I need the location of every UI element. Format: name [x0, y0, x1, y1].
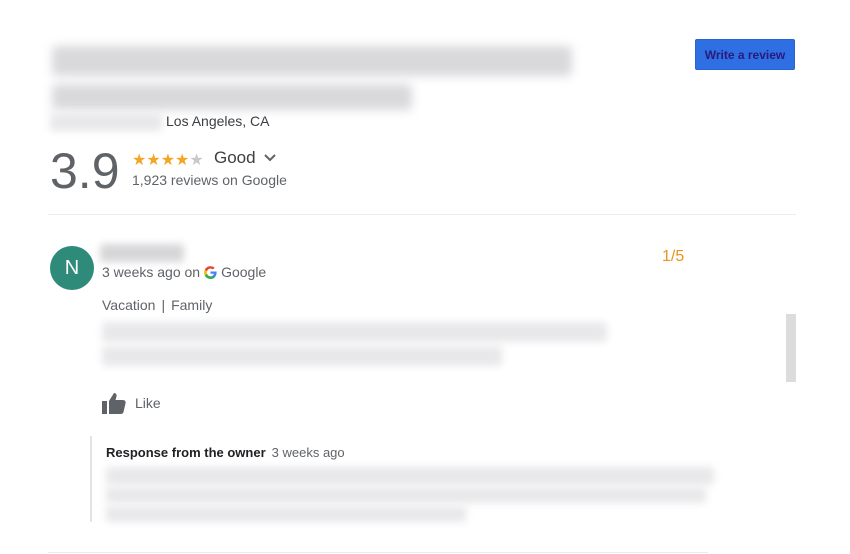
divider — [48, 214, 796, 215]
review-time: 3 weeks ago on — [102, 264, 201, 280]
star-icon: ★ — [146, 152, 161, 169]
review-count: 1,923 reviews on Google — [132, 172, 287, 188]
owner-response-time: 3 weeks ago — [271, 445, 345, 460]
rating-score: 3.9 — [50, 143, 120, 199]
tag-item: Family — [171, 297, 213, 313]
rating-stars: ★★★★★ — [132, 150, 204, 170]
owner-response-title: Response from the owner — [106, 445, 266, 460]
star-icon: ★ — [175, 152, 190, 169]
reviewer-name-redacted — [100, 244, 184, 262]
owner-response-redacted-line3 — [106, 506, 466, 522]
tag-separator: | — [161, 297, 166, 313]
owner-response-header: Response from the owner 3 weeks ago — [106, 445, 345, 460]
rating-label: Good — [214, 148, 256, 167]
review-tags: Vacation | Family — [102, 297, 212, 313]
reviewer-avatar: N — [50, 246, 94, 290]
chevron-down-icon[interactable] — [262, 150, 278, 166]
google-g-icon — [204, 265, 217, 279]
review-source: Google — [221, 264, 267, 280]
like-label: Like — [135, 395, 161, 411]
thumbs-up-icon — [102, 393, 126, 414]
hotel-location: Los Angeles, CA — [166, 113, 270, 129]
review-scrollbar[interactable] — [786, 314, 796, 382]
review-meta: 3 weeks ago on Google — [102, 264, 266, 280]
owner-response-redacted — [106, 467, 714, 485]
tag-item: Vacation — [102, 297, 156, 313]
star-empty-icon: ★ — [189, 152, 204, 169]
hotel-name-redacted-line2 — [52, 84, 412, 110]
review-text-redacted-line2 — [102, 346, 502, 366]
owner-response-bar — [90, 436, 92, 522]
divider — [48, 552, 708, 553]
review-page-indicator: 1/5 — [662, 248, 685, 265]
write-review-button[interactable]: Write a review — [695, 39, 795, 70]
star-icon: ★ — [160, 152, 176, 169]
star-icon: ★ — [132, 152, 147, 169]
owner-response-redacted-line2 — [106, 487, 706, 503]
hotel-name-redacted — [52, 46, 572, 76]
review-text-redacted — [102, 322, 607, 342]
like-button[interactable]: Like — [101, 391, 161, 415]
address-redacted — [50, 113, 162, 131]
